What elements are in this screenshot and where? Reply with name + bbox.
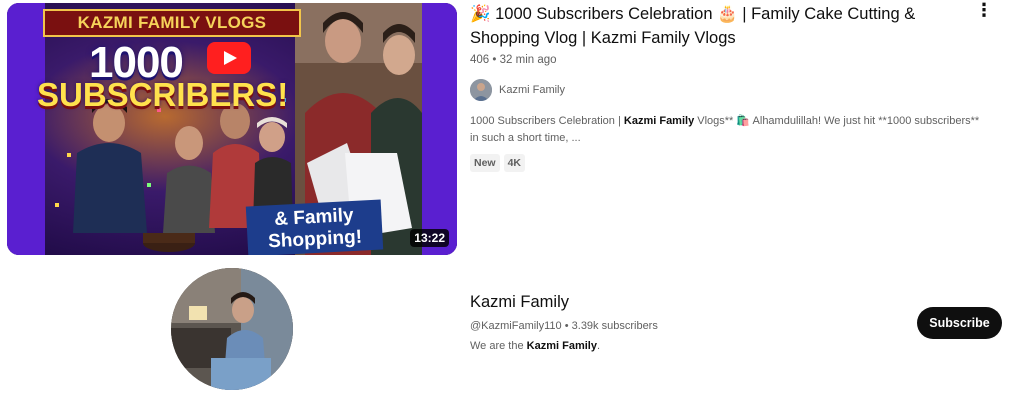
video-thumbnail[interactable]: KAZMI FAMILY VLOGS 1000 SUBSCRIBERS! & F… — [7, 3, 457, 255]
avatar-image — [470, 79, 492, 101]
badge-4k: 4K — [503, 154, 526, 172]
video-duration-badge: 13:22 — [410, 229, 449, 247]
video-result[interactable]: KAZMI FAMILY VLOGS 1000 SUBSCRIBERS! & F… — [0, 0, 1024, 262]
channel-description: We are the Kazmi Family. — [470, 339, 870, 354]
description-text-1: 1000 Subscribers Celebration | — [470, 115, 624, 127]
subscriber-count: 3.39k subscribers — [571, 320, 658, 332]
stats-separator: • — [492, 54, 497, 66]
channel-avatar-large[interactable] — [171, 268, 293, 390]
video-channel-link[interactable]: Kazmi Family — [470, 78, 950, 102]
channel-result[interactable]: Kazmi Family @KazmiFamily110 • 3.39k sub… — [0, 262, 1024, 398]
view-count: 406 — [470, 54, 490, 66]
video-stats: 406 • 32 min ago — [470, 52, 950, 68]
channel-stats: @KazmiFamily110 • 3.39k subscribers — [470, 319, 870, 334]
thumbnail-banner-text: KAZMI FAMILY VLOGS — [43, 9, 301, 37]
badge-new: New — [470, 154, 500, 172]
thumbnail-image — [7, 3, 457, 255]
thumbnail-shopping-text: & Family Shopping! — [245, 199, 384, 255]
channel-desc-prefix: We are the — [470, 340, 527, 352]
video-channel-name[interactable]: Kazmi Family — [499, 84, 565, 96]
channel-handle: @KazmiFamily110 — [470, 320, 562, 332]
channel-avatar-small[interactable] — [470, 79, 492, 101]
channel-meta: Kazmi Family @KazmiFamily110 • 3.39k sub… — [470, 291, 870, 354]
upload-age: 32 min ago — [499, 54, 557, 66]
video-badges: New 4K — [470, 154, 950, 172]
more-actions-icon[interactable]: ⋮ — [974, 1, 994, 24]
video-title-link[interactable]: 🎉 1000 Subscribers Celebration 🎂 | Famil… — [470, 2, 950, 50]
subscribe-button[interactable]: Subscribe — [917, 307, 1002, 339]
channel-stats-separator: • — [564, 320, 569, 332]
channel-name-link[interactable]: Kazmi Family — [470, 291, 870, 313]
channel-desc-suffix: . — [596, 340, 601, 352]
video-description: 1000 Subscribers Celebration | Kazmi Fam… — [470, 113, 990, 147]
channel-avatar-image — [171, 268, 293, 390]
thumbnail-subscribers-text: SUBSCRIBERS! — [37, 76, 289, 113]
channel-desc-highlight: Kazmi Family — [526, 340, 597, 352]
description-highlight: Kazmi Family — [623, 115, 695, 127]
youtube-play-logo-icon — [207, 42, 251, 74]
video-meta: 🎉 1000 Subscribers Celebration 🎂 | Famil… — [470, 2, 979, 172]
